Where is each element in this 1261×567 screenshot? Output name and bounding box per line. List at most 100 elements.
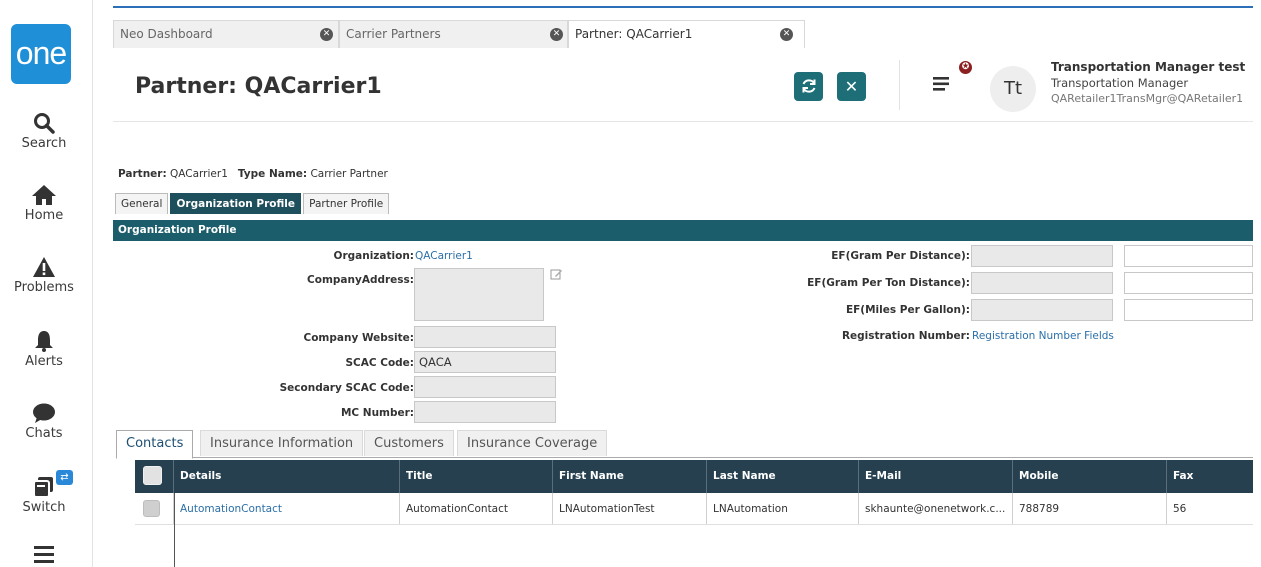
nav-switch[interactable]: ⇄ Switch	[0, 470, 88, 515]
nav-problems-label: Problems	[14, 280, 74, 295]
ef-gram-ton-label: EF(Gram Per Ton Distance):	[807, 277, 970, 289]
app-logo[interactable]: one	[11, 24, 71, 84]
column-header-mobile[interactable]: Mobile	[1013, 460, 1167, 493]
table-header-row: Details Title First Name Last Name E-Mai…	[135, 460, 1253, 493]
nav-search[interactable]: Search	[0, 112, 88, 151]
search-icon	[34, 113, 55, 134]
notification-badge-icon: ✪	[957, 59, 974, 76]
select-all-cell	[135, 460, 174, 493]
table-row[interactable]: AutomationContact AutomationContact LNAu…	[135, 493, 1253, 525]
nav-chats[interactable]: Chats	[0, 402, 88, 441]
mobile-cell: 788789	[1013, 493, 1167, 524]
nav-home[interactable]: Home	[0, 184, 88, 223]
nav-alerts[interactable]: Alerts	[0, 330, 88, 369]
tab-customers[interactable]: Customers	[364, 430, 454, 456]
company-website-label: Company Website:	[303, 332, 414, 344]
refresh-button[interactable]	[794, 72, 823, 101]
tab-label: Carrier Partners	[346, 27, 441, 41]
bell-icon	[35, 331, 53, 352]
company-address-field[interactable]	[414, 268, 544, 321]
column-header-fax[interactable]: Fax	[1167, 460, 1253, 493]
column-header-first-name[interactable]: First Name	[553, 460, 707, 493]
close-button[interactable]: ✕	[837, 72, 866, 101]
column-header-title[interactable]: Title	[400, 460, 553, 493]
user-name: Transportation Manager test	[1051, 60, 1246, 74]
warning-icon	[33, 257, 55, 277]
partner-label: Partner:	[118, 168, 167, 180]
row-select-cell	[135, 493, 174, 524]
select-all-checkbox[interactable]	[143, 466, 162, 485]
header-divider	[899, 60, 900, 110]
scac-code-field[interactable]: QACA	[414, 351, 556, 373]
email-cell: skhaunte@onenetwork.c...	[859, 493, 1013, 524]
ef-gram-distance-field[interactable]	[971, 245, 1113, 267]
nav-menu[interactable]	[0, 544, 88, 564]
nav-home-label: Home	[24, 208, 64, 223]
close-icon: ✕	[844, 77, 859, 96]
row-checkbox[interactable]	[143, 500, 160, 517]
ef-gram-distance-unit-field[interactable]	[1124, 245, 1253, 267]
tab-partner-profile[interactable]: Partner Profile	[303, 193, 390, 214]
tab-neo-dashboard[interactable]: Neo Dashboard ✕	[113, 20, 339, 48]
edit-icon[interactable]	[550, 268, 563, 281]
type-name-value: Carrier Partner	[310, 168, 388, 180]
menu-icon[interactable]	[933, 76, 951, 92]
tab-organization-profile[interactable]: Organization Profile	[170, 193, 302, 214]
first-name-cell: LNAutomationTest	[553, 493, 707, 524]
section-title: Organization Profile	[113, 220, 1253, 241]
hamburger-icon	[34, 546, 54, 563]
main-content: Partner: QACarrier1 Type Name: Carrier P…	[113, 128, 1253, 567]
nav-problems[interactable]: Problems	[0, 256, 88, 295]
left-nav: one Search Home Problems Alerts Chats ⇄ …	[0, 0, 93, 567]
home-icon	[32, 185, 56, 205]
partner-value: QACarrier1	[170, 168, 228, 180]
tab-close-icon[interactable]: ✕	[780, 28, 793, 41]
tab-partner-qacarrier1[interactable]: Partner: QACarrier1 ✕	[568, 20, 805, 48]
detail-tabs: Contacts Insurance Information Customers…	[116, 430, 1253, 459]
avatar[interactable]: Tt	[990, 66, 1036, 112]
tab-label: Partner: QACarrier1	[575, 27, 693, 41]
refresh-icon	[802, 79, 815, 93]
switch-badge-icon: ⇄	[56, 470, 73, 485]
organization-label: Organization:	[333, 250, 414, 262]
page-header: Partner: QACarrier1 ✕ ✪ Tt Transportatio…	[113, 48, 1253, 122]
organization-link[interactable]: QACarrier1	[415, 250, 473, 262]
secondary-scac-field[interactable]	[414, 376, 556, 398]
ef-miles-gallon-field[interactable]	[971, 299, 1113, 321]
last-name-cell: LNAutomation	[707, 493, 859, 524]
nav-switch-label: Switch	[22, 500, 66, 515]
column-header-details[interactable]: Details	[174, 460, 400, 493]
contacts-table: Details Title First Name Last Name E-Mai…	[135, 460, 1253, 525]
title-cell: AutomationContact	[400, 493, 553, 524]
tab-label: Neo Dashboard	[120, 27, 213, 41]
tab-contacts[interactable]: Contacts	[116, 430, 194, 459]
column-header-email[interactable]: E-Mail	[859, 460, 1013, 493]
details-link[interactable]: AutomationContact	[174, 493, 400, 524]
switch-icon	[33, 477, 53, 498]
nav-alerts-label: Alerts	[25, 354, 63, 369]
ef-miles-gallon-unit-field[interactable]	[1124, 299, 1253, 321]
ef-gram-distance-label: EF(Gram Per Distance):	[831, 250, 970, 262]
registration-number-label: Registration Number:	[841, 330, 970, 342]
partner-summary: Partner: QACarrier1 Type Name: Carrier P…	[118, 168, 388, 180]
tab-general[interactable]: General	[115, 193, 169, 214]
mc-number-field[interactable]	[414, 401, 556, 423]
tab-close-icon[interactable]: ✕	[320, 28, 333, 41]
table-divider	[174, 493, 175, 567]
company-address-label: CompanyAddress:	[307, 274, 414, 286]
ef-gram-ton-field[interactable]	[971, 272, 1113, 294]
mc-number-label: MC Number:	[340, 407, 414, 419]
company-website-field[interactable]	[414, 326, 556, 348]
registration-number-link[interactable]: Registration Number Fields	[972, 330, 1114, 342]
tab-carrier-partners[interactable]: Carrier Partners ✕	[339, 20, 568, 48]
tab-insurance-information[interactable]: Insurance Information	[200, 430, 364, 456]
column-header-last-name[interactable]: Last Name	[707, 460, 859, 493]
user-role: Transportation Manager	[1051, 76, 1189, 90]
tab-close-icon[interactable]: ✕	[550, 28, 563, 41]
fax-cell: 56	[1173, 503, 1187, 515]
profile-tabs: General Organization Profile Partner Pro…	[115, 192, 390, 214]
tab-insurance-coverage[interactable]: Insurance Coverage	[457, 430, 608, 456]
ef-gram-ton-unit-field[interactable]	[1124, 272, 1253, 294]
type-name-label: Type Name:	[237, 168, 308, 180]
page-title: Partner: QACarrier1	[135, 74, 382, 99]
